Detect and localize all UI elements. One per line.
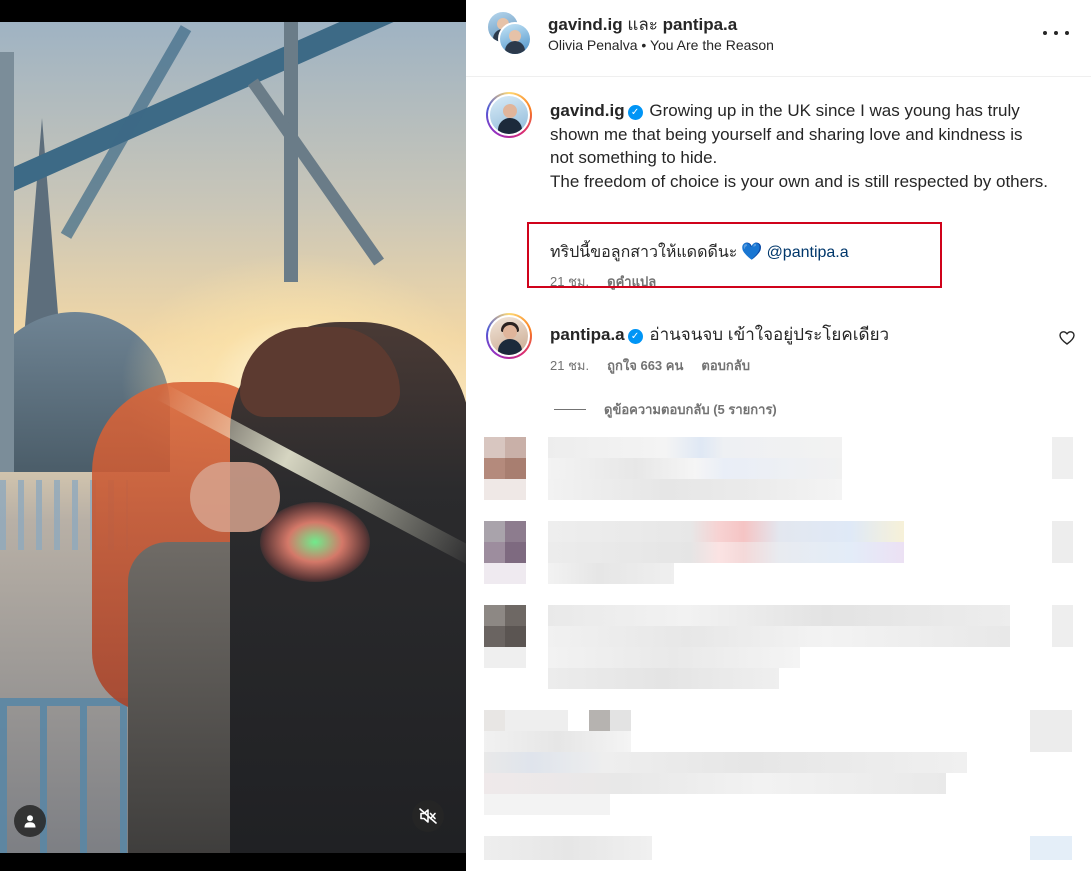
avatar-photo xyxy=(488,315,530,357)
pixelated-comment xyxy=(484,710,1084,860)
verified-badge-icon: ✓ xyxy=(627,105,643,120)
person-icon xyxy=(24,815,36,828)
view-replies-button[interactable]: ดูข้อความตอบกลับ (5 รายการ) xyxy=(554,399,777,420)
view-replies-label: ดูข้อความตอบกลับ (5 รายการ) xyxy=(604,402,777,417)
caption-time[interactable]: 21 ชม. xyxy=(550,274,589,289)
dot xyxy=(1043,31,1047,35)
caption-avatar[interactable] xyxy=(486,92,532,138)
bridge-girder xyxy=(0,22,466,214)
lens-flare xyxy=(260,502,370,582)
pixelated-comment xyxy=(484,521,1084,587)
avatar-body xyxy=(498,339,522,355)
caption-thai-line: ทริปนี้ขอลูกสาวให้แดดดีนะ 💙 @pantipa.a xyxy=(550,240,849,265)
avatar-body xyxy=(505,41,525,54)
post-header: gavind.ig และ pantipa.a Olivia Penalva •… xyxy=(466,0,1091,77)
caption-thai-text: ทริปนี้ขอลูกสาวให้แดดดีนะ xyxy=(550,244,738,261)
comment-likes[interactable]: ถูกใจ 663 คน xyxy=(607,358,683,373)
bridge-girder xyxy=(60,25,192,239)
user-tag-button[interactable] xyxy=(14,805,46,837)
avatar-body xyxy=(498,118,522,134)
caption-username[interactable]: gavind.ig xyxy=(550,101,625,120)
comment-body: pantipa.a ✓ อ่านจนจบ เข้าใจอยู่ประโยคเดีย… xyxy=(550,321,889,348)
replies-divider xyxy=(554,409,586,410)
song-title[interactable]: You Are the Reason xyxy=(650,37,774,53)
bridge-girder xyxy=(0,52,14,472)
translate-link[interactable]: ดูคำแปล xyxy=(607,274,656,289)
bridge-girder xyxy=(247,78,385,266)
comment-text: อ่านจนจบ เข้าใจอยู่ประโยคเดียว xyxy=(649,325,890,344)
avatar-photo xyxy=(488,94,530,136)
avatar-face xyxy=(503,104,517,118)
avatar-pantipa[interactable] xyxy=(498,22,532,56)
avatar-face xyxy=(503,325,517,339)
post-media[interactable] xyxy=(0,0,466,871)
caption-mention[interactable]: @pantipa.a xyxy=(767,244,849,261)
blue-heart-icon: 💙 xyxy=(741,242,763,261)
comment-avatar[interactable] xyxy=(486,313,532,359)
song-separator: • xyxy=(641,37,647,53)
speaker-muted-icon xyxy=(419,808,437,824)
header-username-1[interactable]: gavind.ig xyxy=(548,15,623,34)
comment-username[interactable]: pantipa.a xyxy=(550,325,625,344)
pixelated-comment xyxy=(484,605,1084,689)
dot xyxy=(1054,31,1058,35)
more-options-icon[interactable] xyxy=(1043,28,1069,38)
media-letterbox-top xyxy=(0,0,466,22)
verified-badge-icon: ✓ xyxy=(627,329,643,344)
heart-outline-icon[interactable] xyxy=(1059,330,1075,346)
song-artist[interactable]: Olivia Penalva xyxy=(548,37,638,53)
dot xyxy=(1065,31,1069,35)
post-sidebar: gavind.ig และ pantipa.a Olivia Penalva •… xyxy=(466,0,1091,871)
caption-meta: 21 ชม. ดูคำแปล xyxy=(550,271,656,292)
comment-time[interactable]: 21 ชม. xyxy=(550,358,589,373)
collab-title: gavind.ig และ pantipa.a xyxy=(548,11,737,38)
media-letterbox-bottom xyxy=(0,853,466,871)
video-frame[interactable] xyxy=(0,22,466,853)
header-username-2[interactable]: pantipa.a xyxy=(663,15,738,34)
comment-meta: 21 ชม. ถูกใจ 663 คน ตอบกลับ xyxy=(550,355,750,376)
mute-button[interactable] xyxy=(412,800,444,832)
header-conjunction: และ xyxy=(627,15,658,34)
caption-body: gavind.ig ✓ Growing up in the UK since I … xyxy=(550,99,1050,193)
reply-button[interactable]: ตอบกลับ xyxy=(701,358,750,373)
caption-text-2: The freedom of choice is your own and is… xyxy=(550,171,1048,191)
pixelated-comment xyxy=(484,437,1084,503)
audio-attribution[interactable]: Olivia Penalva • You Are the Reason xyxy=(548,37,774,53)
